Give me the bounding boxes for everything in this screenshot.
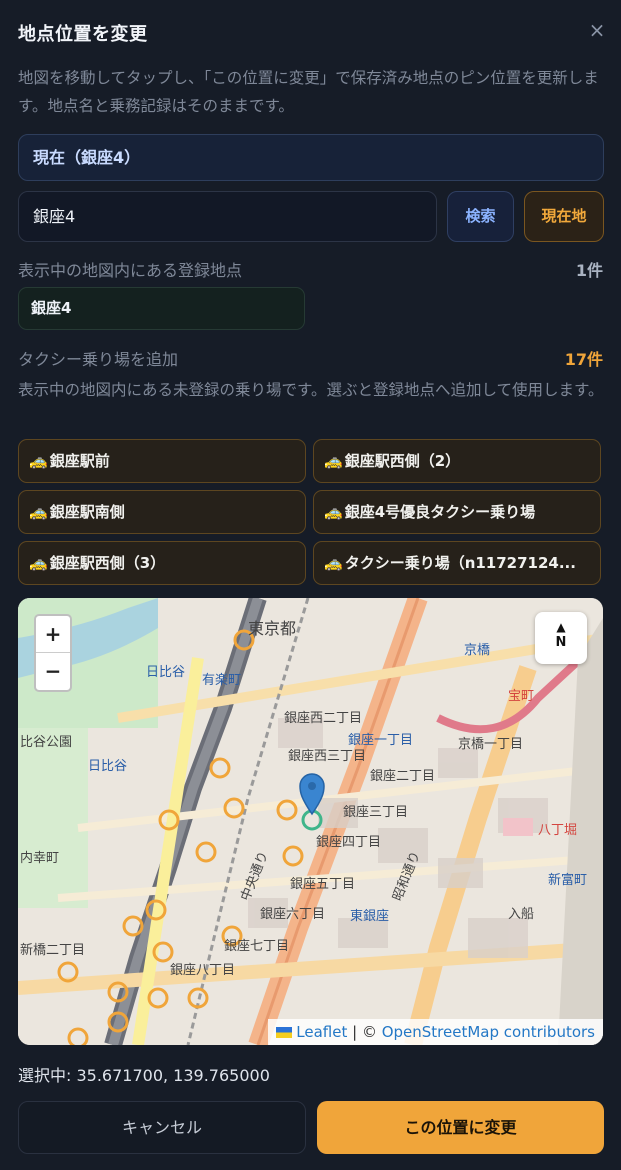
taxi-section-note: 表示中の地図内にある未登録の乗り場です。選ぶと登録地点へ追加して使用します。 xyxy=(18,381,604,399)
map-label: 銀座六丁目 xyxy=(260,907,325,922)
change-location-modal: 地点位置を変更 × 地図を移動してタップし、「この位置に変更」で保存済み地点のピ… xyxy=(0,0,621,1170)
map-label: 銀座三丁目 xyxy=(343,805,408,820)
map-label: 銀座二丁目 xyxy=(370,769,435,784)
leaflet-link[interactable]: Leaflet xyxy=(296,1023,347,1041)
current-location-display: 現在（銀座4） xyxy=(18,134,604,181)
taxi-stand-label: 銀座駅前 xyxy=(49,452,110,470)
map-tiles[interactable]: 東京都 日比谷 有楽町 日比谷 比谷公園 銀座西二丁目 銀座西三丁目 銀座一丁目… xyxy=(18,598,603,1045)
map-label: 新富町 xyxy=(548,872,587,888)
current-location-button[interactable]: 現在地 xyxy=(524,191,604,242)
map-label: 内幸町 xyxy=(20,850,59,866)
taxi-stand-label: 銀座4号優良タクシー乗り場 xyxy=(344,503,536,521)
taxi-icon: 🚕 xyxy=(324,452,343,470)
ukraine-flag-icon xyxy=(276,1027,293,1038)
compass-button[interactable]: ▲ N xyxy=(535,612,587,664)
map-label: 八丁堀 xyxy=(538,823,577,838)
map-label: 銀座五丁目 xyxy=(290,877,355,892)
map-label: 銀座一丁目 xyxy=(348,733,413,748)
registered-count: 1件 xyxy=(575,261,603,280)
map-attribution: Leaflet | © OpenStreetMap contributors xyxy=(268,1019,603,1045)
taxi-stand-label: 銀座駅西側（3） xyxy=(49,554,166,572)
map-label: 銀座四丁目 xyxy=(316,835,381,850)
modal-title: 地点位置を変更 xyxy=(18,24,148,45)
map-label: 有楽町 xyxy=(202,672,241,688)
map-label: 京橋一丁目 xyxy=(458,737,523,752)
selected-coordinates: 選択中: 35.671700, 139.765000 xyxy=(18,1066,270,1085)
registered-location-item[interactable]: 銀座4 xyxy=(18,287,305,330)
map-label: 銀座西二丁目 xyxy=(284,711,362,726)
taxi-count: 17件 xyxy=(564,350,603,369)
compass-north-label: N xyxy=(555,635,567,650)
map-view[interactable]: 東京都 日比谷 有楽町 日比谷 比谷公園 銀座西二丁目 銀座西三丁目 銀座一丁目… xyxy=(18,598,603,1045)
apply-location-button[interactable]: この位置に変更 xyxy=(317,1101,604,1154)
taxi-stand-chip[interactable]: 🚕 銀座駅西側（3） xyxy=(18,541,306,585)
taxi-stand-label: 銀座駅南側 xyxy=(49,503,125,521)
attribution-separator: | © xyxy=(347,1023,382,1041)
map-label: 京橋 xyxy=(464,643,490,658)
close-icon[interactable]: × xyxy=(587,20,607,40)
taxi-section-label: タクシー乗り場を追加 xyxy=(18,350,179,369)
taxi-icon: 🚕 xyxy=(324,503,343,521)
taxi-stand-chip[interactable]: 🚕 銀座駅前 xyxy=(18,439,306,483)
modal-description: 地図を移動してタップし、「この位置に変更」で保存済み地点のピン位置を更新します。… xyxy=(18,69,599,115)
taxi-stand-chip[interactable]: 🚕 銀座4号優良タクシー乗り場 xyxy=(313,490,601,534)
search-button[interactable]: 検索 xyxy=(447,191,514,242)
zoom-control: + − xyxy=(34,614,72,692)
taxi-icon: 🚕 xyxy=(29,452,48,470)
taxi-stand-label: タクシー乗り場（n11727124... xyxy=(344,554,576,572)
taxi-stand-chip[interactable]: 🚕 銀座駅西側（2） xyxy=(313,439,601,483)
map-label: 新橋二丁目 xyxy=(20,942,85,958)
map-label: 日比谷 xyxy=(88,759,127,774)
zoom-out-button[interactable]: − xyxy=(36,653,70,690)
compass-arrow-icon: ▲ xyxy=(556,620,566,634)
search-input[interactable]: 銀座4 xyxy=(18,191,437,242)
osm-link[interactable]: OpenStreetMap contributors xyxy=(382,1023,595,1041)
map-label: 日比谷 xyxy=(146,665,185,680)
map-label: 東京都 xyxy=(248,619,296,638)
map-label: 銀座西三丁目 xyxy=(288,749,366,764)
map-label: 銀座八丁目 xyxy=(170,963,235,978)
map-label: 入船 xyxy=(508,907,534,922)
taxi-stand-label: 銀座駅西側（2） xyxy=(344,452,461,470)
map-label: 東銀座 xyxy=(350,908,389,924)
zoom-in-button[interactable]: + xyxy=(36,616,70,653)
map-label: 宝町 xyxy=(508,689,534,704)
taxi-stand-chip[interactable]: 🚕 銀座駅南側 xyxy=(18,490,306,534)
taxi-icon: 🚕 xyxy=(324,554,343,572)
taxi-icon: 🚕 xyxy=(29,503,48,521)
cancel-button[interactable]: キャンセル xyxy=(18,1101,306,1154)
registered-section-label: 表示中の地図内にある登録地点 xyxy=(18,261,243,280)
map-label: 比谷公園 xyxy=(20,735,72,750)
taxi-icon: 🚕 xyxy=(29,554,48,572)
taxi-stand-chip[interactable]: 🚕 タクシー乗り場（n11727124... xyxy=(313,541,601,585)
map-label: 銀座七丁目 xyxy=(224,939,289,954)
